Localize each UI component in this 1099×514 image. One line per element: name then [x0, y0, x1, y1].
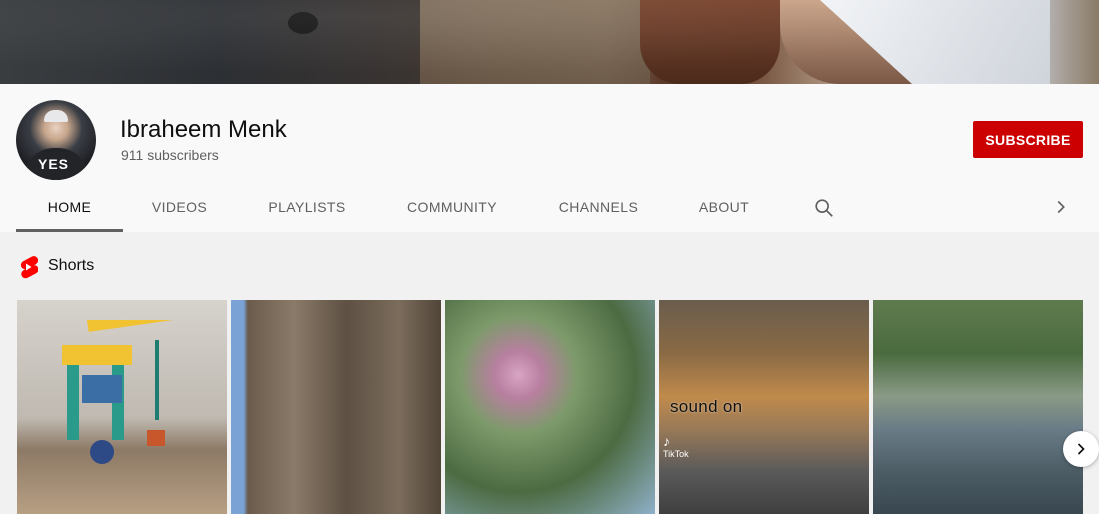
avatar[interactable]: YES [16, 100, 96, 180]
short-thumbnail[interactable] [17, 300, 227, 514]
subscribe-button[interactable]: SUBSCRIBE [973, 121, 1083, 158]
avatar-shirt-text: YES [38, 156, 70, 172]
channel-header: YES Ibraheem Menk 911 subscribers SUBSCR… [0, 84, 1099, 232]
short-thumbnail[interactable] [873, 300, 1083, 514]
shorts-icon [20, 256, 38, 279]
channel-tabs: HOME VIDEOS PLAYLISTS COMMUNITY CHANNELS… [16, 184, 1099, 232]
shorts-section-title: Shorts [48, 257, 95, 274]
tab-about[interactable]: ABOUT [686, 184, 762, 230]
chevron-right-icon[interactable] [1050, 196, 1072, 218]
search-icon[interactable] [813, 197, 835, 219]
tiktok-watermark: ♪ TikTok [663, 433, 689, 459]
toy-crane-image [62, 320, 177, 464]
channel-name: Ibraheem Menk [120, 116, 287, 143]
carousel-next-button[interactable] [1063, 431, 1099, 467]
tab-home[interactable]: HOME [16, 184, 123, 232]
home-content: Shorts sound on ♪ TikTok [0, 232, 1099, 514]
tab-videos[interactable]: VIDEOS [137, 184, 222, 230]
tab-playlists[interactable]: PLAYLISTS [254, 184, 360, 230]
short-overlay-text: sound on [670, 397, 743, 416]
short-thumbnail[interactable] [445, 300, 655, 514]
subscriber-count: 911 subscribers [121, 147, 219, 163]
tab-community[interactable]: COMMUNITY [394, 184, 510, 230]
tab-channels[interactable]: CHANNELS [546, 184, 651, 230]
short-thumbnail[interactable] [231, 300, 441, 514]
short-thumbnail[interactable]: sound on ♪ TikTok [659, 300, 869, 514]
chevron-right-icon [1077, 443, 1085, 455]
channel-banner [0, 0, 1099, 84]
